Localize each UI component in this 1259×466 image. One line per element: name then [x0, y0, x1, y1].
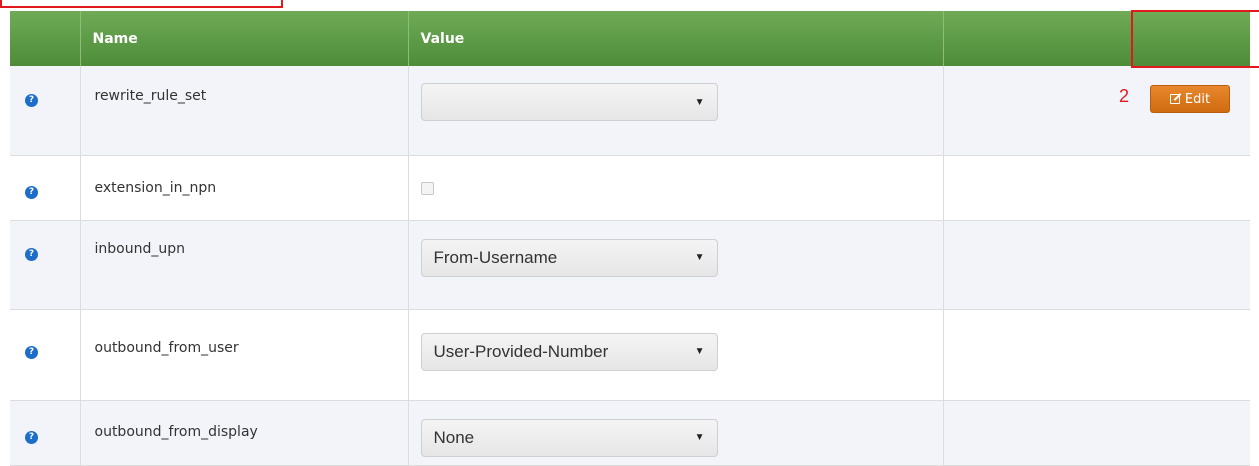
select-value: From-Username: [433, 247, 558, 267]
setting-name: extension_in_npn: [80, 155, 409, 221]
step-number-annotation: 2: [1118, 86, 1129, 106]
table-header-row: Name Value: [10, 11, 1250, 66]
annotation-box-edit: [1131, 10, 1259, 68]
header-value-column: Value: [408, 11, 944, 66]
table-row: ? extension_in_npn: [10, 155, 1250, 221]
annotation-box-top: [0, 0, 283, 8]
inbound-upn-select[interactable]: From-Username ▼: [420, 238, 718, 277]
select-value: None: [433, 427, 475, 447]
caret-down-icon: ▼: [694, 96, 705, 108]
settings-table: Name Value ? rewrite_rule_set ▼ 2 Edit ?…: [10, 11, 1250, 466]
help-icon[interactable]: ?: [25, 94, 38, 107]
caret-down-icon: ▼: [694, 346, 705, 357]
outbound-from-user-select[interactable]: User-Provided-Number ▼: [420, 332, 718, 371]
help-icon[interactable]: ?: [25, 247, 38, 261]
rewrite-rule-set-select[interactable]: ▼: [420, 83, 718, 121]
table-row: ? inbound_upn From-Username ▼: [10, 220, 1250, 310]
header-name-column: Name: [80, 11, 409, 66]
setting-name: rewrite_rule_set: [80, 66, 409, 156]
caret-down-icon: ▼: [694, 252, 705, 263]
header-info-column: [10, 11, 81, 66]
table-row: ? outbound_from_user User-Provided-Numbe…: [10, 309, 1250, 401]
help-icon[interactable]: ?: [25, 345, 38, 359]
setting-name: inbound_upn: [80, 220, 409, 310]
help-icon[interactable]: ?: [25, 185, 38, 199]
setting-name: outbound_from_user: [80, 309, 409, 401]
extension-in-npn-checkbox[interactable]: [420, 181, 434, 195]
setting-name: outbound_from_display: [80, 400, 409, 466]
edit-button-label: Edit: [1184, 91, 1211, 107]
help-icon[interactable]: ?: [25, 430, 38, 444]
outbound-from-display-select[interactable]: None ▼: [420, 418, 718, 457]
edit-button[interactable]: Edit: [1150, 85, 1230, 113]
edit-icon: [1169, 94, 1180, 104]
table-row: ? outbound_from_display None ▼: [10, 400, 1250, 466]
select-value: User-Provided-Number: [433, 341, 609, 361]
table-row: ? rewrite_rule_set ▼ 2 Edit: [10, 66, 1250, 156]
caret-down-icon: ▼: [694, 432, 705, 443]
